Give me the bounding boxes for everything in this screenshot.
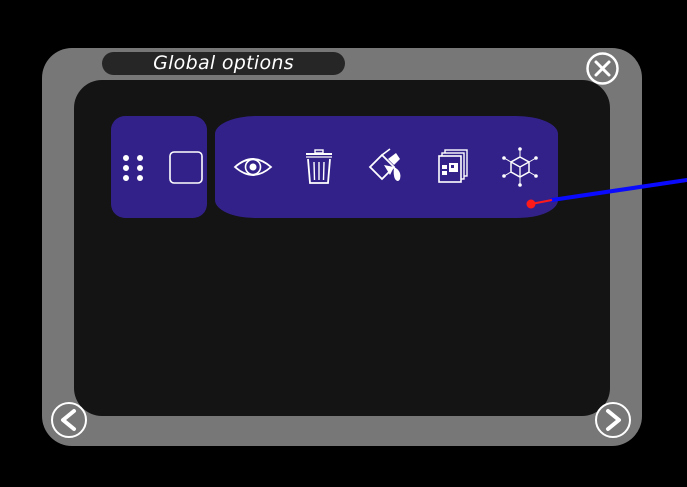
drag-handle[interactable] xyxy=(111,145,155,189)
close-circle-icon xyxy=(586,52,619,85)
layers-button[interactable] xyxy=(431,145,475,189)
previous-page-button[interactable] xyxy=(49,400,89,440)
drag-dots-icon xyxy=(123,155,143,181)
paint-button[interactable] xyxy=(364,145,408,189)
next-page-button[interactable] xyxy=(593,400,633,440)
close-button[interactable] xyxy=(585,51,620,86)
square-outline-icon xyxy=(169,151,203,184)
trash-icon xyxy=(306,149,332,184)
eye-icon xyxy=(233,158,273,176)
chevron-right-icon xyxy=(595,402,631,438)
layers-icon xyxy=(438,149,468,183)
cube-network-icon xyxy=(502,147,538,187)
toolbar-handle-group xyxy=(111,116,207,218)
chevron-left-icon xyxy=(51,402,87,438)
toolbar-actions-group xyxy=(215,116,558,218)
window-title: Global options xyxy=(102,52,345,75)
visibility-button[interactable] xyxy=(231,145,275,189)
delete-button[interactable] xyxy=(297,145,341,189)
paint-bucket-icon xyxy=(368,148,401,181)
vr-options-window: Global options xyxy=(0,0,687,487)
object-button[interactable] xyxy=(498,145,542,189)
shape-tool-button[interactable] xyxy=(164,145,208,189)
